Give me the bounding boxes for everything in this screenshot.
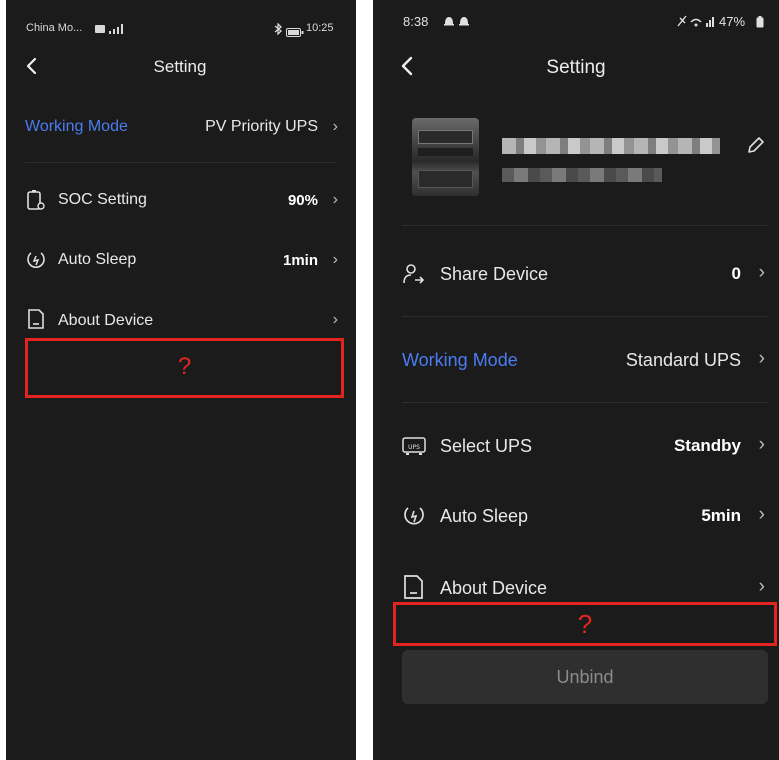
sleep-timer-icon [401,504,427,528]
chevron-right-icon: › [758,434,765,455]
soc-setting-label: SOC Setting [58,191,147,208]
question-mark: ? [177,353,192,380]
list-item-select-ups[interactable]: UPS Select UPS Standby › [373,422,779,470]
chevron-right-icon: › [332,191,338,208]
chevron-right-icon: › [332,118,338,135]
device-name-redacted [502,138,720,154]
device-image [412,118,479,196]
bluetooth-icon [272,22,284,36]
battery-status-icon [756,15,764,28]
back-button[interactable] [22,56,42,76]
phone-screen-right: 8:38 47% Setting Share Device 0 › Workin… [373,0,779,760]
chevron-right-icon: › [758,262,765,283]
working-mode-label: Working Mode [25,118,128,135]
back-button[interactable] [397,54,419,78]
list-item-soc-setting[interactable]: SOC Setting 90% › [6,178,356,222]
device-info-icon [26,308,46,330]
phone-screen-left: China Mo... 10:25 Setting Working Mode P… [6,0,356,760]
soc-setting-value: 90% [287,192,318,209]
working-mode-row[interactable]: Working Mode Standard UPS › [373,336,779,384]
chevron-left-icon [26,57,37,75]
chevron-right-icon: › [758,348,765,369]
working-mode-label: Working Mode [402,350,518,370]
highlight-box: ? [393,602,777,646]
chevron-right-icon: › [758,504,765,525]
list-item-about-device[interactable]: About Device › [6,298,356,342]
list-item-auto-sleep[interactable]: Auto Sleep 1min › [6,238,356,282]
divider [402,316,768,317]
list-item-share-device[interactable]: Share Device 0 › [373,250,779,298]
unbind-button[interactable]: Unbind [402,650,768,704]
divider [25,162,337,163]
page-title: Setting [546,57,606,78]
working-mode-row[interactable]: Working Mode PV Priority UPS › [6,104,356,150]
select-ups-value: Standby [673,436,741,455]
auto-sleep-value: 1min [282,252,318,269]
share-device-label: Share Device [440,264,549,284]
auto-sleep-label: Auto Sleep [58,251,137,268]
svg-text:UPS: UPS [408,444,420,451]
device-info-icon [402,574,426,600]
auto-sleep-value: 5min [701,506,741,525]
divider [402,402,768,403]
working-mode-value: Standard UPS [625,350,741,370]
page-title: Setting [153,57,207,76]
chevron-right-icon: › [758,576,765,597]
question-mark: ? [577,609,593,639]
device-serial-redacted [502,168,662,182]
chevron-right-icon: › [332,311,338,328]
edit-icon[interactable] [745,134,767,156]
working-mode-value: PV Priority UPS [205,118,318,135]
about-device-label: About Device [58,312,154,329]
list-item-auto-sleep[interactable]: Auto Sleep 5min › [373,492,779,540]
ups-icon: UPS [401,435,427,457]
share-device-icon [401,262,427,286]
sleep-timer-icon [25,249,47,271]
about-device-label: About Device [440,578,548,598]
battery-icon [26,189,46,211]
divider [402,225,768,226]
highlight-box: ? [25,338,344,398]
chevron-right-icon: › [332,251,338,268]
select-ups-label: Select UPS [440,436,533,456]
signal-icon [95,22,125,34]
clock: 10:25 [306,22,334,34]
clock: 8:38 [403,14,429,29]
auto-sleep-label: Auto Sleep [440,506,529,526]
chevron-left-icon [401,56,413,76]
battery-status-icon [286,24,304,37]
notification-bell-icon [442,14,472,28]
share-device-value: 0 [731,264,741,283]
wifi-signal-icon [676,14,716,28]
battery-percent: 47% [719,14,746,29]
carrier-label: China Mo... [26,22,83,34]
